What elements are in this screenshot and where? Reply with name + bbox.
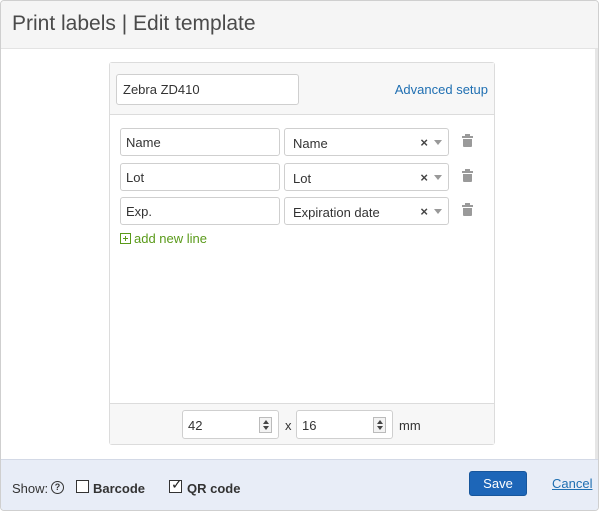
qr-code-checkbox[interactable]: ✓: [169, 476, 183, 493]
width-value: 42: [188, 418, 203, 433]
size-unit: mm: [399, 418, 421, 433]
dialog-header: Print labels | Edit template: [1, 1, 598, 49]
clear-icon[interactable]: ×: [420, 204, 428, 219]
trash-icon[interactable]: [462, 134, 473, 147]
caret-down-icon[interactable]: [434, 209, 442, 214]
question-circle-icon[interactable]: ?: [51, 481, 64, 494]
cancel-link[interactable]: Cancel: [552, 476, 592, 491]
add-new-line-link[interactable]: add new line: [120, 231, 207, 246]
spin-down-icon[interactable]: [377, 426, 383, 430]
caret-down-icon[interactable]: [434, 140, 442, 145]
edit-template-dialog: Print labels | Edit template Advanced se…: [0, 0, 599, 511]
check-icon: ✓: [171, 476, 183, 492]
clear-icon[interactable]: ×: [420, 170, 428, 185]
clear-icon[interactable]: ×: [420, 135, 428, 150]
dialog-scrollbar[interactable]: [595, 49, 598, 459]
line-field-value: Name: [293, 136, 328, 151]
advanced-setup-link[interactable]: Advanced setup: [395, 82, 488, 97]
width-spinner[interactable]: [259, 417, 272, 433]
line-field-value: Lot: [293, 171, 312, 186]
dialog-footer: Show: ? Barcode ✓ QR code Save Cancel: [1, 459, 598, 510]
spin-up-icon[interactable]: [263, 420, 269, 424]
barcode-checkbox[interactable]: [76, 480, 89, 493]
size-separator: x: [285, 418, 292, 433]
spin-up-icon[interactable]: [377, 420, 383, 424]
height-value: 16: [302, 418, 317, 433]
template-panel: Advanced setup Name × Lot ×: [109, 62, 495, 445]
dialog-title: Print labels | Edit template: [12, 12, 256, 35]
line-label-input[interactable]: [120, 163, 280, 191]
qr-code-label[interactable]: QR code: [187, 481, 240, 496]
label-size-bar: 42 x 16 mm: [110, 403, 494, 444]
line-label-input[interactable]: [120, 128, 280, 156]
add-new-line-label: add new line: [134, 231, 207, 246]
height-spinner[interactable]: [373, 417, 386, 433]
printer-name-input[interactable]: [116, 74, 299, 105]
save-button[interactable]: Save: [469, 471, 527, 496]
line-field-select[interactable]: Name ×: [284, 128, 449, 156]
barcode-label[interactable]: Barcode: [93, 481, 145, 496]
show-label: Show:: [12, 481, 49, 496]
plus-square-icon: [120, 233, 131, 244]
spin-down-icon[interactable]: [263, 426, 269, 430]
line-field-select[interactable]: Expiration date ×: [284, 197, 449, 225]
label-line-row: Name ×: [120, 128, 480, 156]
line-label-input[interactable]: [120, 197, 280, 225]
line-field-select[interactable]: Lot ×: [284, 163, 449, 191]
height-input[interactable]: 16: [296, 410, 393, 439]
trash-icon[interactable]: [462, 203, 473, 216]
printer-bar: Advanced setup: [110, 63, 494, 115]
label-line-row: Lot ×: [120, 163, 480, 191]
line-field-value: Expiration date: [293, 205, 380, 220]
width-input[interactable]: 42: [182, 410, 279, 439]
trash-icon[interactable]: [462, 169, 473, 182]
label-line-row: Expiration date ×: [120, 197, 480, 225]
caret-down-icon[interactable]: [434, 175, 442, 180]
